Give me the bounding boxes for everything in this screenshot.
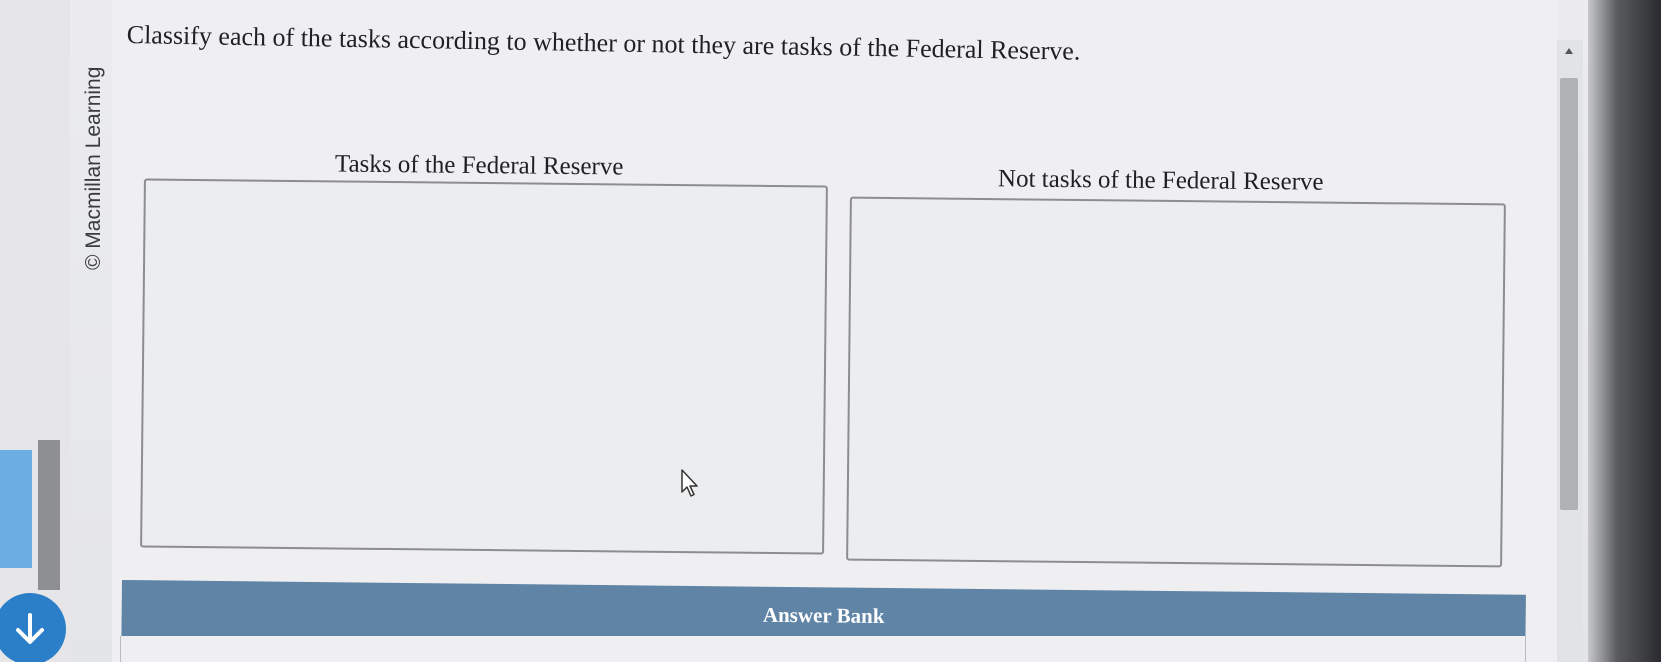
left-gray-bar bbox=[38, 440, 60, 590]
mouse-cursor-icon bbox=[681, 469, 698, 497]
left-strip bbox=[0, 0, 70, 662]
screen-bezel bbox=[1588, 0, 1661, 662]
scroll-up-button[interactable] bbox=[1562, 44, 1576, 58]
left-blue-bar bbox=[0, 450, 32, 568]
scroll-down-button[interactable] bbox=[0, 593, 66, 662]
caret-up-icon bbox=[1565, 48, 1573, 54]
column-title-tasks: Tasks of the Federal Reserve bbox=[334, 150, 624, 181]
answer-bank-label: Answer Bank bbox=[762, 602, 885, 628]
scrollbar-thumb[interactable] bbox=[1560, 78, 1578, 510]
column-title-not-tasks: Not tasks of the Federal Reserve bbox=[997, 165, 1324, 196]
page: © Macmillan Learning Classify each of th… bbox=[0, 0, 1661, 662]
drop-zone-not-tasks[interactable] bbox=[846, 196, 1506, 568]
drop-zone-tasks[interactable] bbox=[140, 178, 828, 555]
copyright-text: © Macmillan Learning bbox=[82, 66, 105, 270]
answer-bank-area[interactable] bbox=[120, 636, 1526, 662]
arrow-down-icon bbox=[16, 613, 44, 644]
